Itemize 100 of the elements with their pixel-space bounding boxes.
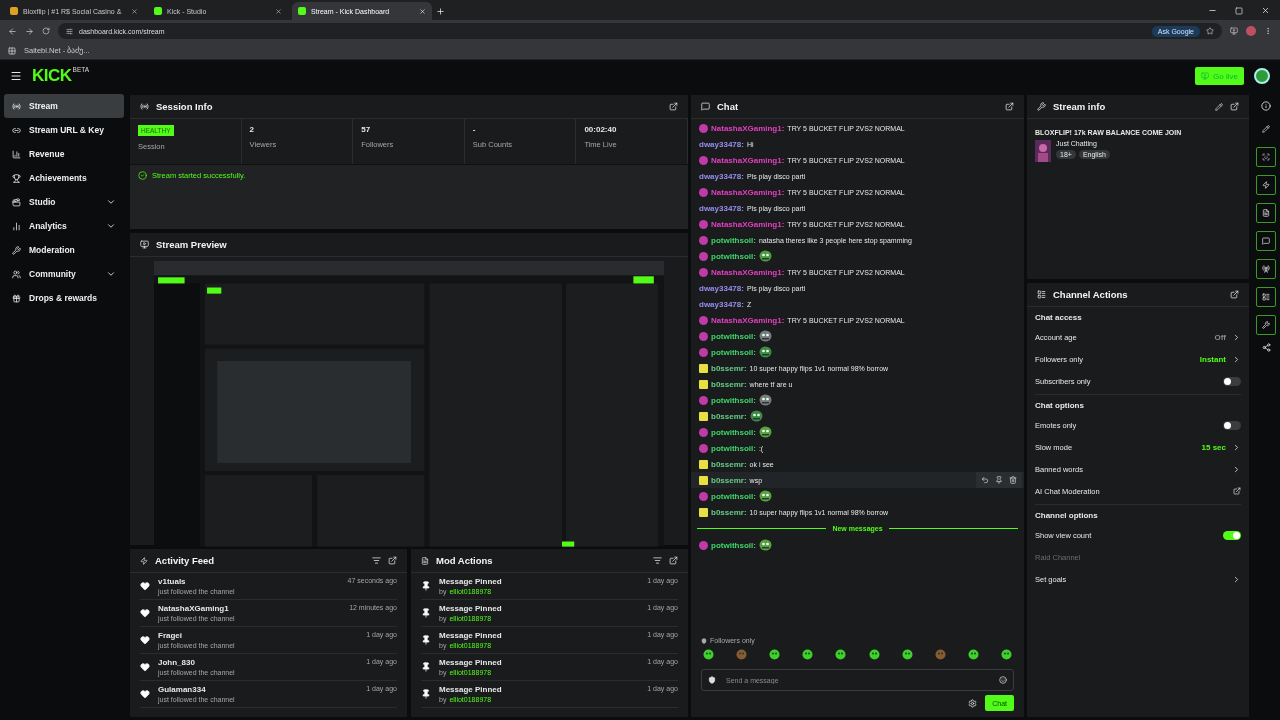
panel-toggle-button[interactable] bbox=[1256, 147, 1276, 167]
panel-toggle-button[interactable] bbox=[1256, 315, 1276, 335]
chat-username[interactable]: b0ssemr: bbox=[711, 379, 747, 389]
sidebar-item[interactable]: Studio bbox=[4, 190, 124, 214]
chat-username[interactable]: potwithsoil: bbox=[711, 427, 756, 437]
settings-icon bbox=[968, 698, 978, 708]
chat-username[interactable]: potwithsoil: bbox=[711, 443, 756, 453]
chat-username[interactable]: dway33478: bbox=[699, 283, 744, 293]
setting-value: Instant bbox=[1199, 354, 1226, 364]
heart-icon bbox=[140, 689, 150, 699]
chat-username[interactable]: b0ssemr: bbox=[711, 507, 747, 517]
chat-username[interactable]: b0ssemr: bbox=[711, 475, 747, 485]
sidebar-item[interactable]: Moderation bbox=[4, 238, 124, 262]
emote-button[interactable] bbox=[901, 648, 913, 663]
panel-toggle-button[interactable] bbox=[1256, 175, 1276, 195]
lightning-icon bbox=[1262, 181, 1270, 189]
panel-title: Stream info bbox=[1053, 101, 1107, 112]
back-icon bbox=[8, 26, 17, 36]
list-icon bbox=[1262, 293, 1270, 301]
popout-icon bbox=[388, 556, 397, 565]
panel-title: Session Info bbox=[156, 101, 214, 112]
chat-username[interactable]: potwithsoil: bbox=[711, 251, 756, 261]
panel-title: Activity Feed bbox=[155, 555, 216, 566]
chat-username[interactable]: dway33478: bbox=[699, 203, 744, 213]
chevron-right-icon bbox=[1232, 574, 1241, 584]
chat-username[interactable]: b0ssemr: bbox=[711, 459, 747, 469]
sidebar-icon bbox=[12, 101, 21, 111]
pin-icon bbox=[421, 662, 431, 672]
feed-title: Message Pinned bbox=[439, 604, 503, 613]
chat-username[interactable]: potwithsoil: bbox=[711, 540, 756, 550]
reload-icon bbox=[42, 27, 50, 35]
chat-username[interactable]: NatashaXGaming1: bbox=[711, 155, 785, 165]
sidebar-icon bbox=[12, 125, 21, 135]
wrench-icon bbox=[1037, 102, 1046, 111]
chat-username[interactable]: potwithsoil: bbox=[711, 235, 756, 245]
popout-icon bbox=[669, 556, 678, 565]
sidebar-item[interactable]: Analytics bbox=[4, 214, 124, 238]
chat-username[interactable]: dway33478: bbox=[699, 139, 744, 149]
sidebar-item[interactable]: Community bbox=[4, 262, 124, 286]
chat-username[interactable]: NatashaXGaming1: bbox=[711, 123, 785, 133]
chevron-down-icon bbox=[106, 197, 116, 207]
user-avatar[interactable] bbox=[1254, 68, 1270, 84]
feed-title: Message Pinned bbox=[439, 658, 503, 667]
pencil-icon bbox=[1262, 125, 1270, 133]
emote-icon bbox=[749, 410, 763, 422]
chat-username[interactable]: NatashaXGaming1: bbox=[711, 187, 785, 197]
sidebar-item[interactable]: Achievements bbox=[4, 166, 124, 190]
panel-toggle-button[interactable] bbox=[1256, 203, 1276, 223]
chat-username[interactable]: potwithsoil: bbox=[711, 331, 756, 341]
maximize-icon bbox=[1235, 7, 1243, 15]
trash-icon bbox=[1009, 476, 1017, 484]
chat-username[interactable]: NatashaXGaming1: bbox=[711, 267, 785, 277]
close-icon bbox=[131, 7, 138, 15]
emote-button[interactable] bbox=[802, 648, 814, 663]
chat-username[interactable]: dway33478: bbox=[699, 171, 744, 181]
favicon-icon bbox=[10, 7, 18, 15]
favicon-icon bbox=[154, 7, 162, 15]
emote-button[interactable] bbox=[703, 648, 714, 663]
edit-icon bbox=[1215, 102, 1223, 111]
chat-username[interactable]: b0ssemr: bbox=[711, 411, 747, 421]
heart-icon bbox=[140, 581, 150, 591]
pin-icon bbox=[421, 689, 431, 699]
chat-username[interactable]: NatashaXGaming1: bbox=[711, 315, 785, 325]
stat-value: 00:02:40 bbox=[584, 125, 618, 134]
profile-avatar[interactable] bbox=[1246, 26, 1256, 36]
panel-toggle-button[interactable] bbox=[1256, 287, 1276, 307]
popout-icon bbox=[1230, 102, 1239, 111]
chat-username[interactable]: NatashaXGaming1: bbox=[711, 219, 785, 229]
emote-button[interactable] bbox=[769, 648, 781, 663]
forward-icon bbox=[25, 26, 34, 36]
sidebar-item[interactable]: Drops & rewards bbox=[4, 286, 124, 310]
toggle-switch[interactable] bbox=[1223, 376, 1241, 386]
emote-button[interactable] bbox=[835, 648, 847, 663]
filter-icon bbox=[653, 556, 662, 565]
feed-title: Message Pinned bbox=[439, 631, 503, 640]
heart-icon bbox=[140, 635, 150, 645]
chat-username[interactable]: potwithsoil: bbox=[711, 347, 756, 357]
panel-title: Channel Actions bbox=[1053, 289, 1129, 300]
toggle-switch[interactable] bbox=[1223, 420, 1241, 430]
chat-icon bbox=[1262, 237, 1270, 245]
close-icon bbox=[1261, 6, 1270, 15]
face-scan-icon bbox=[1262, 153, 1270, 161]
emote-icon bbox=[758, 394, 772, 406]
sidebar-item[interactable]: Stream URL & Key bbox=[4, 118, 124, 142]
emote-button[interactable] bbox=[868, 648, 880, 663]
menu-icon bbox=[1264, 27, 1272, 35]
toggle-switch[interactable] bbox=[1223, 530, 1241, 540]
heart-icon bbox=[140, 662, 150, 672]
sidebar-item[interactable]: Stream bbox=[4, 94, 124, 118]
emote-button[interactable] bbox=[967, 648, 979, 663]
panel-toggle-button[interactable] bbox=[1256, 259, 1276, 279]
menu-icon bbox=[10, 70, 22, 82]
sidebar-item[interactable]: Revenue bbox=[4, 142, 124, 166]
chat-username[interactable]: potwithsoil: bbox=[711, 491, 756, 501]
chat-username[interactable]: potwithsoil: bbox=[711, 395, 756, 405]
emote-button[interactable] bbox=[1001, 648, 1012, 663]
chat-username[interactable]: b0ssemr: bbox=[711, 363, 747, 373]
panel-toggle-button[interactable] bbox=[1256, 231, 1276, 251]
chat-username[interactable]: dway33478: bbox=[699, 299, 744, 309]
emote-icon bbox=[758, 539, 772, 551]
